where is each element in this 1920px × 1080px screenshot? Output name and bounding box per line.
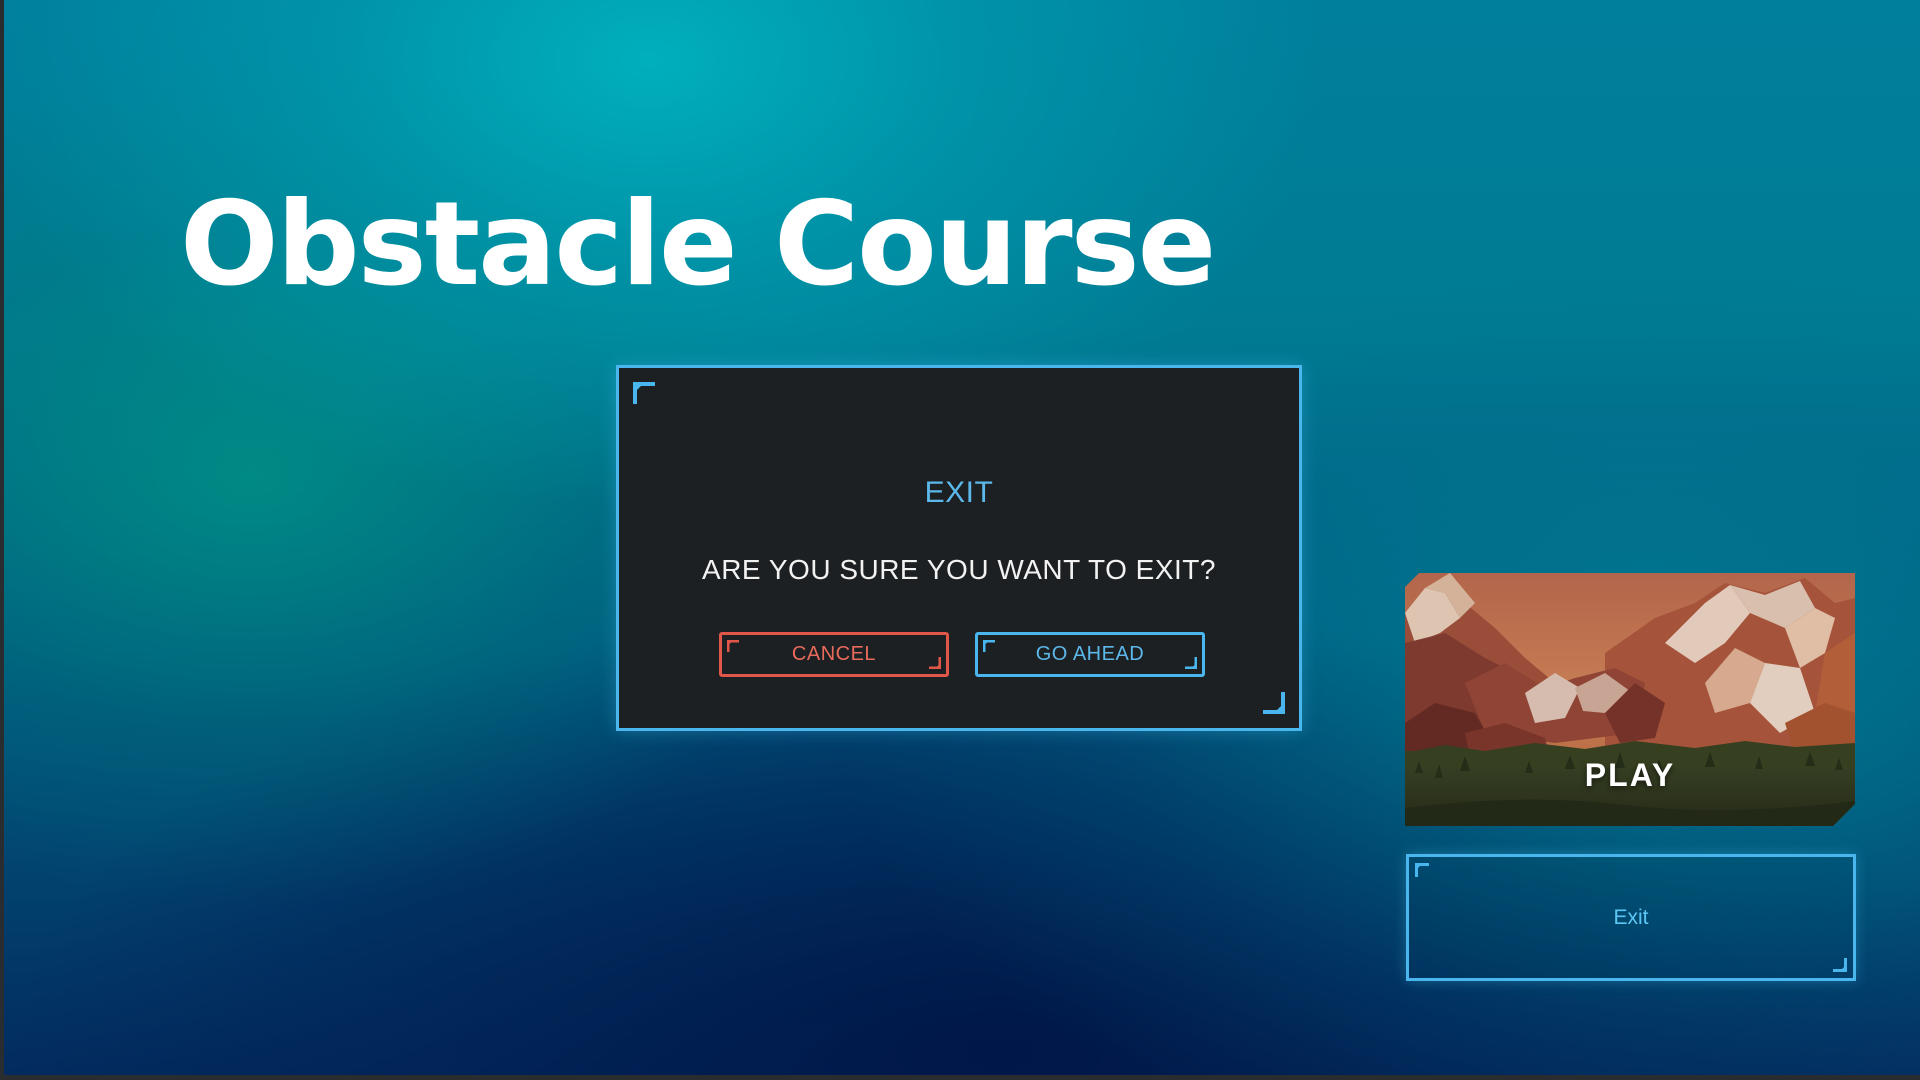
- exit-button-label: Exit: [1613, 905, 1649, 929]
- window-edge-bottom: [0, 1075, 1920, 1080]
- play-button[interactable]: PLAY: [1405, 573, 1855, 826]
- window-edge-left: [0, 0, 4, 1080]
- cancel-button-label: CANCEL: [791, 643, 877, 665]
- corner-bracket-icon: [929, 657, 941, 669]
- corner-bracket-icon: [633, 382, 655, 404]
- exit-confirm-dialog: EXIT ARE YOU SURE YOU WANT TO EXIT? CANC…: [616, 365, 1302, 731]
- main-menu-screen: Obstacle Course EXIT ARE YOU SURE YOU WA…: [0, 0, 1920, 1080]
- corner-bracket-icon: [983, 640, 995, 652]
- corner-bracket-icon: [1185, 657, 1197, 669]
- go-ahead-button[interactable]: GO AHEAD: [975, 632, 1205, 677]
- exit-button[interactable]: Exit: [1406, 854, 1856, 981]
- cancel-button[interactable]: CANCEL: [719, 632, 949, 677]
- play-button-label: PLAY: [1584, 757, 1676, 793]
- game-title: Obstacle Course: [180, 177, 1216, 312]
- corner-bracket-icon: [727, 640, 739, 652]
- corner-bracket-icon: [1833, 958, 1847, 972]
- corner-bracket-icon: [1263, 692, 1285, 714]
- corner-bracket-icon: [1415, 863, 1429, 877]
- dialog-message: ARE YOU SURE YOU WANT TO EXIT?: [702, 554, 1216, 585]
- dialog-title: EXIT: [924, 476, 994, 509]
- go-ahead-button-label: GO AHEAD: [1035, 643, 1145, 665]
